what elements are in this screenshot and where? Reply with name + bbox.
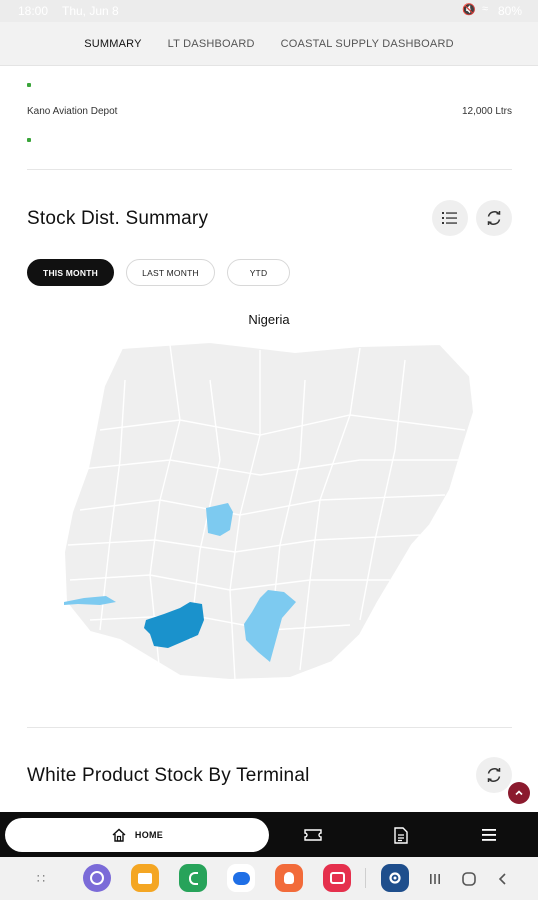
menu-icon (482, 829, 496, 841)
bottom-nav: HOME (0, 812, 538, 857)
files-app-icon[interactable] (131, 864, 159, 892)
divider (27, 727, 512, 728)
system-taskbar (0, 857, 538, 900)
back-icon[interactable] (494, 870, 512, 888)
depot-indicator (27, 83, 31, 87)
filter-this-month[interactable]: THIS MONTH (27, 259, 114, 286)
stock-dist-title: Stock Dist. Summary (27, 208, 209, 229)
mute-icon: 🔇 (462, 4, 476, 16)
camera-app-icon[interactable] (323, 864, 351, 892)
depot-volume: 12,000 Ltrs (461, 106, 512, 117)
status-bar: 18:00 Thu, Jun 8 🔇 ≈ 80% (0, 0, 538, 22)
nav-home[interactable]: HOME (5, 818, 269, 852)
refresh-button[interactable] (476, 200, 512, 236)
white-product-title: White Product Stock By Terminal (27, 765, 310, 786)
tab-summary[interactable]: SUMMARY (84, 38, 141, 50)
nav-home-label: HOME (134, 830, 164, 840)
tab-coastal-supply-dashboard[interactable]: COASTAL SUPPLY DASHBOARD (281, 38, 454, 50)
list-item: Kano Aviation Depot 12,000 Ltrs (27, 106, 512, 117)
refresh-icon (487, 211, 501, 225)
dashboard-tabs: SUMMARY LT DASHBOARD COASTAL SUPPLY DASH… (0, 22, 538, 66)
divider (27, 169, 512, 170)
filter-last-month[interactable]: LAST MONTH (126, 259, 215, 286)
messages-app-icon[interactable] (227, 864, 255, 892)
contacts-app-icon[interactable] (275, 864, 303, 892)
ticket-icon (304, 829, 322, 841)
internet-app-icon[interactable] (83, 864, 111, 892)
taskbar-divider (365, 868, 366, 888)
settings-app-icon[interactable] (381, 864, 409, 892)
document-icon (394, 826, 408, 844)
list-icon (442, 212, 457, 224)
scroll-to-top-button[interactable] (508, 782, 530, 804)
nav-menu[interactable] (479, 825, 499, 845)
tab-lt-dashboard[interactable]: LT DASHBOARD (168, 38, 255, 50)
map-title: Nigeria (248, 312, 290, 327)
refresh-icon (487, 768, 501, 782)
app-drawer-icon[interactable]: ∷ (32, 870, 50, 888)
chevron-up-icon (515, 790, 523, 796)
status-date: Thu, Jun 8 (62, 4, 119, 18)
nigeria-map[interactable] (60, 340, 480, 685)
gear-icon (389, 872, 401, 884)
recent-apps-icon[interactable] (426, 870, 444, 888)
home-button-icon[interactable] (460, 870, 478, 888)
list-view-button[interactable] (432, 200, 468, 236)
home-icon (112, 828, 126, 842)
nav-reports[interactable] (391, 825, 411, 845)
phone-app-icon[interactable] (179, 864, 207, 892)
wifi-icon: ≈ (481, 3, 488, 15)
refresh-button[interactable] (476, 757, 512, 793)
filter-ytd[interactable]: YTD (227, 259, 290, 286)
battery-level: 80% (497, 4, 522, 18)
depot-name: Kano Aviation Depot (27, 106, 118, 117)
depot-indicator (27, 138, 31, 142)
nav-tickets[interactable] (303, 825, 323, 845)
status-time: 18:00 (18, 4, 49, 18)
